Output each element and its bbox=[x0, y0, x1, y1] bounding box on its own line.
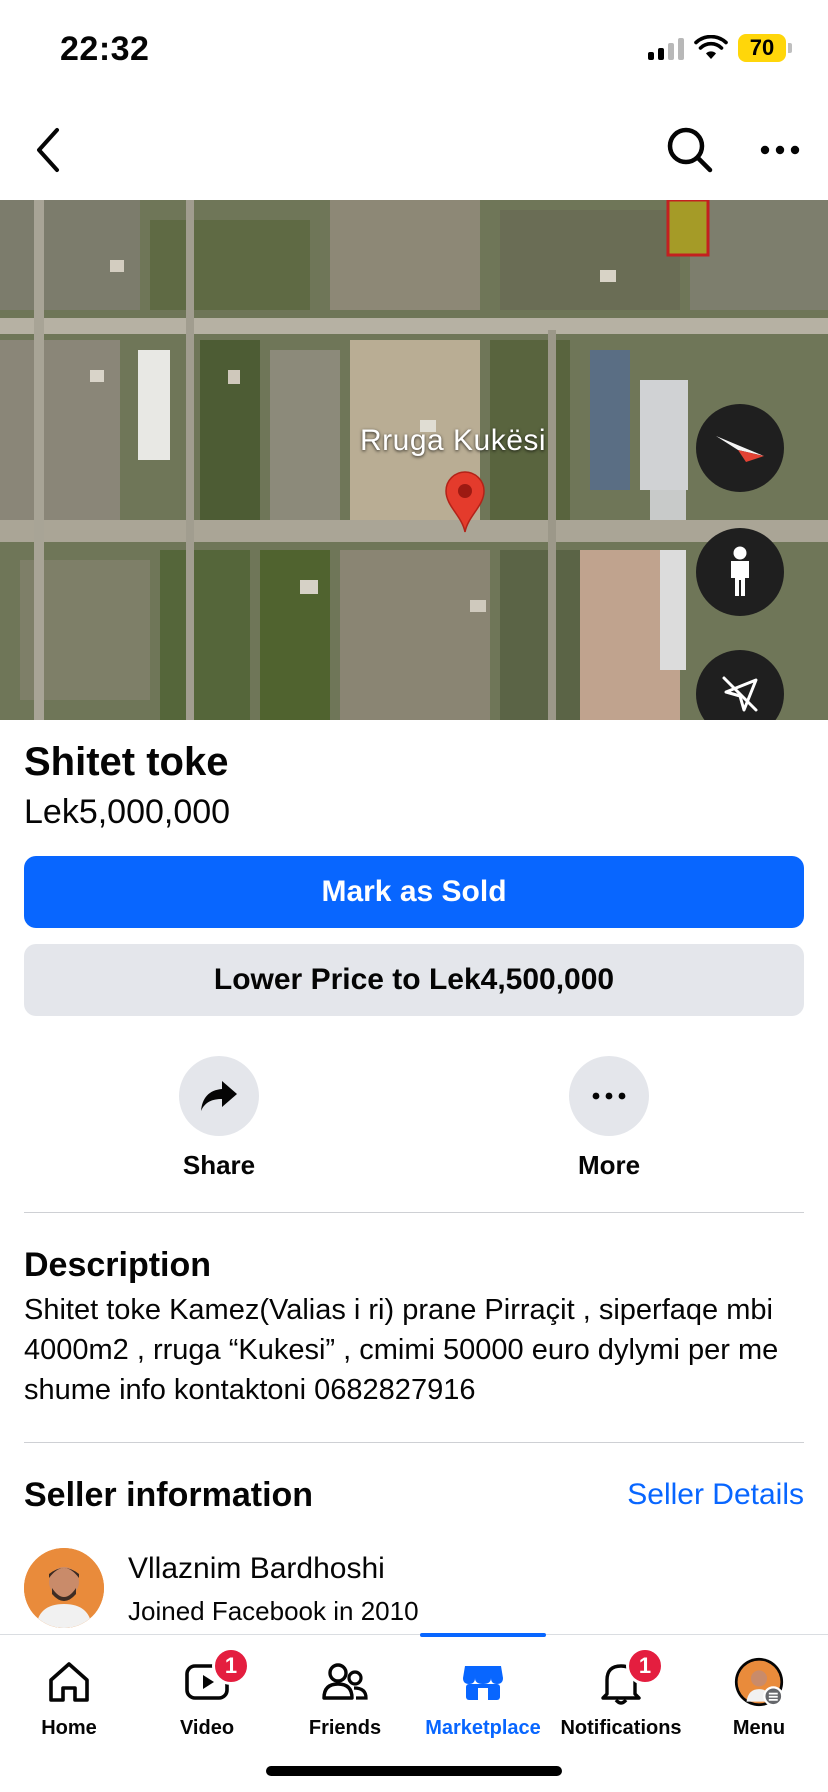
compass-button[interactable] bbox=[696, 404, 784, 492]
divider bbox=[24, 1442, 804, 1443]
tab-notifications[interactable]: 1 Notifications bbox=[552, 1635, 690, 1765]
divider bbox=[24, 1212, 804, 1213]
chevron-left-icon bbox=[37, 128, 59, 172]
share-action[interactable]: Share bbox=[139, 1056, 299, 1181]
tab-label: Home bbox=[41, 1717, 97, 1739]
pegman-icon bbox=[731, 546, 749, 596]
more-horizontal-icon bbox=[760, 145, 800, 155]
description-text: Shitet toke Kamez(Valias i ri) prane Pir… bbox=[24, 1294, 779, 1406]
more-options-button[interactable] bbox=[752, 122, 808, 178]
home-indicator bbox=[266, 1766, 562, 1776]
battery-level: 70 bbox=[738, 34, 786, 62]
street-view-button[interactable] bbox=[696, 528, 784, 616]
seller-avatar[interactable] bbox=[24, 1548, 104, 1628]
cellular-signal-icon bbox=[648, 36, 684, 60]
tab-marketplace[interactable]: Marketplace bbox=[414, 1635, 552, 1765]
description-heading: Description bbox=[24, 1246, 212, 1284]
top-navigation bbox=[0, 100, 828, 200]
more-button[interactable] bbox=[569, 1056, 649, 1136]
wifi-icon bbox=[694, 35, 728, 59]
tab-label: Notifications bbox=[560, 1717, 682, 1739]
video-badge: 1 bbox=[212, 1647, 250, 1685]
battery-icon: 70 bbox=[738, 34, 792, 62]
tab-label: Video bbox=[179, 1717, 235, 1739]
more-horizontal-icon bbox=[592, 1092, 626, 1100]
mark-as-sold-button[interactable]: Mark as Sold bbox=[24, 856, 804, 928]
tab-friends[interactable]: Friends bbox=[276, 1635, 414, 1765]
tab-label: Friends bbox=[308, 1717, 382, 1739]
listing-price: Lek5,000,000 bbox=[24, 793, 231, 831]
seller-details-link[interactable]: Seller Details bbox=[627, 1478, 804, 1512]
share-button[interactable] bbox=[179, 1056, 259, 1136]
tab-home[interactable]: Home bbox=[0, 1635, 138, 1765]
avatar-photo bbox=[24, 1548, 104, 1628]
notifications-badge: 1 bbox=[626, 1647, 664, 1685]
tab-label: Marketplace bbox=[425, 1717, 541, 1739]
tab-label: Menu bbox=[732, 1717, 786, 1739]
more-label: More bbox=[577, 1150, 641, 1180]
friends-icon bbox=[320, 1657, 370, 1707]
navigation-off-icon bbox=[722, 676, 758, 712]
tab-video[interactable]: 1 Video bbox=[138, 1635, 276, 1765]
lower-price-button[interactable]: Lower Price to Lek4,500,000 bbox=[24, 944, 804, 1016]
location-pin-icon bbox=[444, 470, 486, 539]
search-button[interactable] bbox=[662, 122, 718, 178]
listing-photo-map[interactable]: Rruga Kukësi bbox=[0, 200, 828, 720]
seller-info-heading: Seller information bbox=[24, 1476, 314, 1514]
seller-joined-date: Joined Facebook in 2010 bbox=[128, 1596, 419, 1626]
status-time: 22:32 bbox=[60, 30, 150, 68]
more-action[interactable]: More bbox=[529, 1056, 689, 1181]
status-icons: 70 bbox=[648, 34, 792, 62]
back-button[interactable] bbox=[20, 122, 76, 178]
tab-menu[interactable]: Menu bbox=[690, 1635, 828, 1765]
search-icon bbox=[667, 127, 713, 173]
profile-avatar-icon bbox=[734, 1657, 784, 1707]
compass-icon bbox=[716, 436, 764, 462]
listing-title: Shitet toke bbox=[24, 740, 229, 784]
marketplace-icon bbox=[458, 1657, 508, 1707]
share-label: Share bbox=[182, 1150, 256, 1180]
share-arrow-icon bbox=[201, 1081, 237, 1111]
seller-name[interactable]: Vllaznim Bardhoshi bbox=[128, 1552, 385, 1586]
status-bar: 22:32 70 bbox=[0, 0, 828, 100]
map-street-label: Rruga Kukësi bbox=[360, 424, 547, 457]
home-icon bbox=[44, 1657, 94, 1707]
